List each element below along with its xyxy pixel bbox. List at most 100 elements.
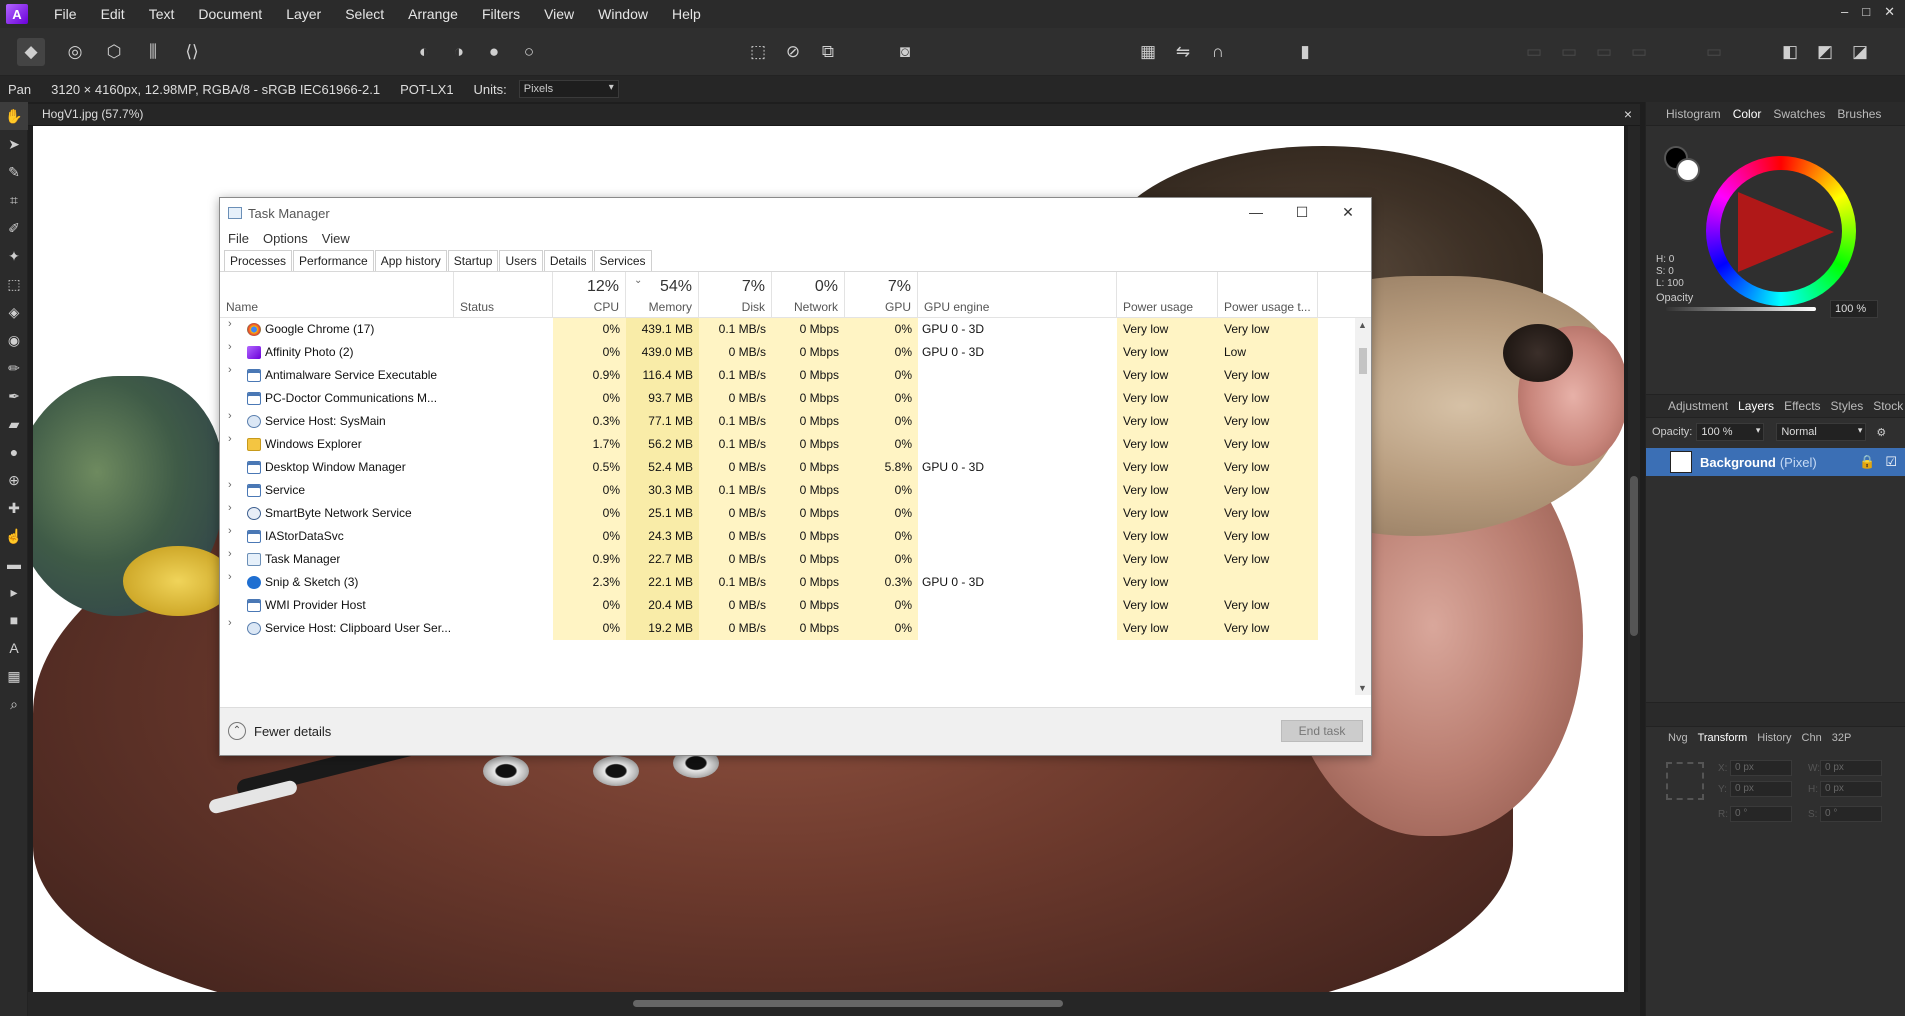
table-row[interactable]: ›Snip & Sketch (3)❦2.3%22.1 MB0.1 MB/s0 … (220, 571, 1340, 594)
shape-tool-icon[interactable]: ■ (0, 606, 28, 634)
paint-brush-tool-icon[interactable]: ✏ (0, 354, 28, 382)
menu-help[interactable]: Help (660, 6, 713, 22)
anchor-grid-icon[interactable] (1666, 762, 1704, 800)
units-select[interactable]: Pixels (518, 80, 619, 98)
y-field[interactable]: 0 px (1730, 781, 1792, 797)
color-picker-tool-icon[interactable]: ✎ (0, 158, 28, 186)
tab-history[interactable]: History (1757, 732, 1791, 744)
width-field[interactable]: 0 px (1820, 760, 1882, 776)
vertical-scroll-thumb[interactable] (1630, 476, 1638, 636)
table-row[interactable]: PC-Doctor Communications M... 0% 93.7 MB 0 … (220, 387, 1340, 410)
auto-contrast-icon[interactable]: ◑ (445, 38, 473, 66)
tab-stock[interactable]: Stock (1873, 399, 1903, 413)
color-triangle[interactable] (1738, 192, 1834, 272)
export-persona-icon[interactable]: ⟨⟩ (178, 38, 206, 66)
layer-item-background[interactable]: Background (Pixel) 🔒 ☑ (1646, 448, 1905, 476)
height-field[interactable]: 0 px (1820, 781, 1882, 797)
smudge-tool-icon[interactable]: ☝ (0, 522, 28, 550)
chevron-right-icon[interactable]: › (228, 318, 232, 330)
tab-histogram[interactable]: Histogram (1666, 107, 1721, 121)
move-tool-icon[interactable]: ➤ (0, 130, 28, 158)
menu-select[interactable]: Select (333, 6, 396, 22)
column-network[interactable]: 0% Network (772, 272, 845, 318)
mesh-warp-tool-icon[interactable]: ▦ (0, 662, 28, 690)
table-row[interactable]: › IAStorDataSvc 0% 24.3 MB 0 MB/s 0 Mbps 0% Ver… (220, 525, 1340, 548)
tab-channels[interactable]: Chn (1802, 732, 1822, 744)
chevron-right-icon[interactable]: › (228, 548, 232, 560)
liquify-persona-icon[interactable]: ◎ (61, 38, 89, 66)
text-tool-icon[interactable]: A (0, 634, 28, 662)
develop-persona-icon[interactable]: ⬡ (100, 38, 128, 66)
process-list-scroll-thumb[interactable] (1359, 348, 1367, 374)
tone-mapping-persona-icon[interactable]: ⫼ (139, 38, 167, 66)
blemish-tool-icon[interactable]: ✚ (0, 494, 28, 522)
tab-styles[interactable]: Styles (1831, 399, 1864, 413)
boolean-intersect-icon[interactable]: ◪ (1846, 38, 1874, 66)
table-row[interactable]: › Windows Explorer 1.7% 56.2 MB 0.1 MB/s 0 Mb… (220, 433, 1340, 456)
align-top-icon[interactable]: ▭ (1625, 38, 1653, 66)
tab-adjustment[interactable]: Adjustment (1668, 399, 1728, 413)
chevron-right-icon[interactable]: › (228, 617, 232, 629)
chevron-right-icon[interactable]: › (228, 525, 232, 537)
photo-persona-icon[interactable]: ◆ (17, 38, 45, 66)
end-task-button[interactable]: End task (1281, 720, 1363, 742)
tab-color[interactable]: Color (1733, 107, 1762, 121)
background-color-swatch[interactable] (1676, 158, 1700, 182)
column-gpu[interactable]: 7% GPU (845, 272, 918, 318)
column-disk[interactable]: 7% Disk (699, 272, 772, 318)
opacity-value[interactable]: 100 % (1830, 300, 1878, 318)
quick-mask-icon[interactable]: ◙ (891, 38, 919, 66)
column-name[interactable]: Name (220, 272, 454, 318)
x-field[interactable]: 0 px (1730, 760, 1792, 776)
erase-tool-icon[interactable]: ▰ (0, 410, 28, 438)
crop-tool-icon[interactable]: ⌗ (0, 186, 28, 214)
tab-startup[interactable]: Startup (447, 250, 499, 271)
auto-colors-icon[interactable]: ● (480, 38, 508, 66)
auto-white-balance-icon[interactable]: ○ (515, 38, 543, 66)
task-manager-titlebar[interactable]: Task Manager — ☐ ✕ (220, 198, 1371, 228)
scroll-down-icon[interactable]: ▼ (1358, 683, 1367, 693)
fewer-details-button[interactable]: ⌃ Fewer details (228, 722, 331, 740)
hand-tool-icon[interactable]: ✋ (0, 102, 28, 130)
selection-brush-tool-icon[interactable]: ✐ (0, 214, 28, 242)
shear-field[interactable]: 0 ° (1820, 806, 1882, 822)
document-tab[interactable]: HogV1.jpg (57.7%) × (28, 104, 1640, 126)
menu-filters[interactable]: Filters (470, 6, 532, 22)
tab-app-history[interactable]: App history (374, 250, 447, 271)
chevron-right-icon[interactable]: › (228, 364, 232, 376)
chevron-right-icon[interactable]: › (228, 410, 232, 422)
column-power-trend[interactable]: Power usage t... (1218, 272, 1318, 318)
tab-details[interactable]: Details (543, 250, 593, 271)
color-replacement-tool-icon[interactable]: ✒ (0, 382, 28, 410)
clone-tool-icon[interactable]: ⊕ (0, 466, 28, 494)
marquee-mode-icon[interactable]: ⬚ (744, 38, 772, 66)
tab-32p[interactable]: 32P (1832, 732, 1852, 744)
gradient-tool-icon[interactable]: ◉ (0, 326, 28, 354)
align-center-icon[interactable]: ▭ (1555, 38, 1583, 66)
table-row[interactable]: › Task Manager 0.9% 22.7 MB 0 MB/s 0 Mbps 0% Ve… (220, 548, 1340, 571)
grid-icon[interactable]: ▦ (1134, 38, 1162, 66)
tm-menu-file[interactable]: File (228, 231, 249, 246)
zoom-tool-icon[interactable]: ⌕ (0, 690, 28, 718)
tm-maximize-button[interactable]: ☐ (1279, 198, 1325, 226)
menu-file[interactable]: File (42, 6, 89, 22)
table-row[interactable]: › Service Host: SysMain 0.3% 77.1 MB 0.1 MB/… (220, 410, 1340, 433)
tab-services[interactable]: Services (593, 250, 652, 271)
table-row[interactable]: WMI Provider Host 0% 20.4 MB 0 MB/s 0 Mbps 0%… (220, 594, 1340, 617)
tab-navigator[interactable]: Nvg (1668, 732, 1688, 744)
tm-minimize-button[interactable]: — (1233, 198, 1279, 226)
dodge-tool-icon[interactable]: ● (0, 438, 28, 466)
rotation-field[interactable]: 0 ° (1730, 806, 1792, 822)
chevron-right-icon[interactable]: › (228, 433, 232, 445)
canvas-horizontal-scrollbar[interactable] (28, 992, 1640, 1016)
menu-text[interactable]: Text (137, 6, 187, 22)
column-status[interactable]: Status (454, 272, 553, 318)
menu-view[interactable]: View (532, 6, 586, 22)
menu-document[interactable]: Document (186, 6, 274, 22)
tm-menu-options[interactable]: Options (263, 231, 308, 246)
gear-icon[interactable]: ⚙ (1876, 426, 1886, 439)
horizontal-scroll-thumb[interactable] (633, 1000, 1063, 1007)
menu-edit[interactable]: Edit (89, 6, 137, 22)
align-left-icon[interactable]: ▭ (1520, 38, 1548, 66)
menu-layer[interactable]: Layer (274, 6, 333, 22)
